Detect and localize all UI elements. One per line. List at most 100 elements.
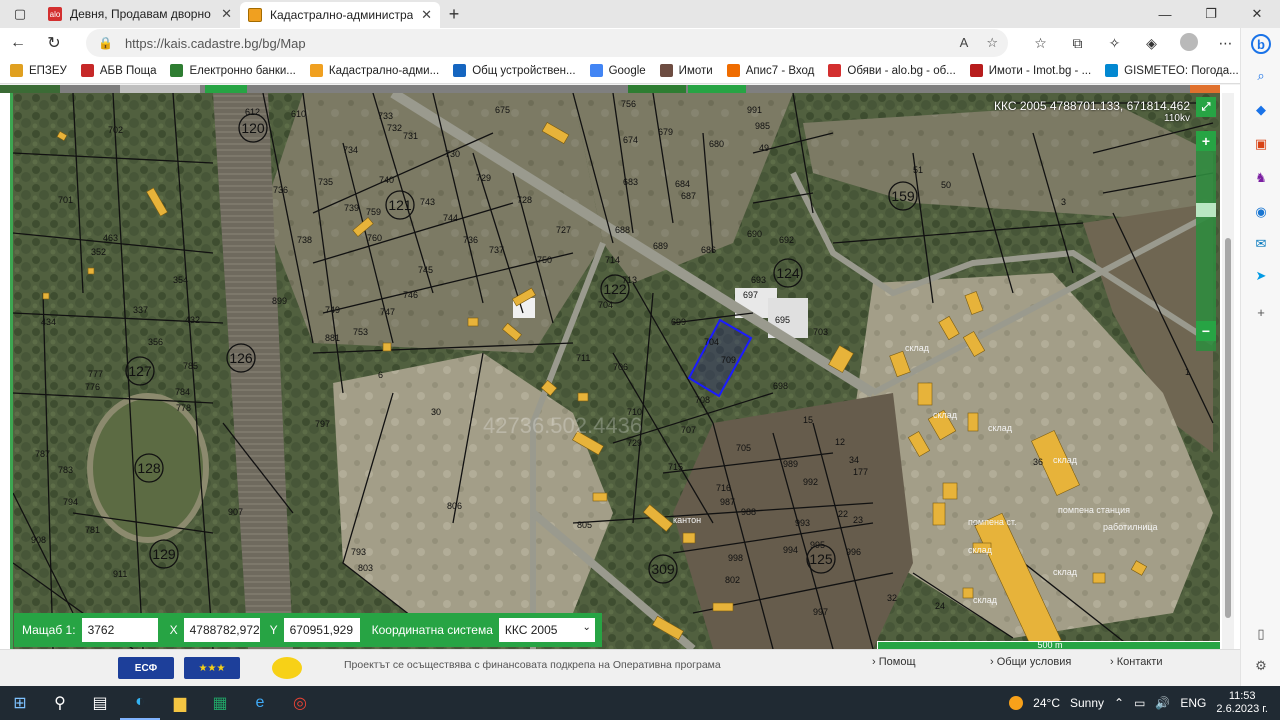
parcel-number[interactable]: 738 xyxy=(297,235,312,245)
parcel-number[interactable]: 354 xyxy=(173,275,188,285)
parcel-number[interactable]: 806 xyxy=(447,501,462,511)
clock[interactable]: 11:53 2.6.2023 г. xyxy=(1216,690,1268,716)
weather-temp[interactable]: 24°C xyxy=(1033,696,1060,710)
network-icon[interactable]: ▭ xyxy=(1134,696,1145,710)
parcel-number[interactable]: 778 xyxy=(176,403,191,413)
parcel-number[interactable]: 12 xyxy=(835,437,845,447)
zoom-out-button[interactable]: − xyxy=(1196,321,1216,341)
parcel-number[interactable]: 50 xyxy=(941,180,951,190)
district-number[interactable]: 125 xyxy=(809,551,833,567)
footer-link-help[interactable]: › Помощ xyxy=(872,656,916,668)
parcel-number[interactable]: 706 xyxy=(613,362,628,372)
scrollbar-thumb[interactable] xyxy=(1225,238,1231,618)
search-icon[interactable]: ⌕ xyxy=(1251,66,1271,86)
parcel-number[interactable]: 684 xyxy=(675,179,690,189)
parcel-number[interactable]: 745 xyxy=(418,265,433,275)
parcel-number[interactable]: 715 xyxy=(668,462,683,472)
more-menu-icon[interactable]: ⋯ xyxy=(1207,35,1244,52)
parcel-number[interactable]: 805 xyxy=(577,520,592,530)
bookmark-item[interactable]: Google xyxy=(589,64,646,77)
parcel-number[interactable]: 743 xyxy=(420,197,435,207)
parcel-number[interactable]: 734 xyxy=(343,145,358,155)
bookmark-item[interactable]: Електронно банки... xyxy=(170,64,296,77)
parcel-number[interactable]: 787 xyxy=(35,449,50,459)
extensions-icon[interactable]: ✧ xyxy=(1096,35,1133,52)
parcel-number[interactable]: 783 xyxy=(58,465,73,475)
bing-icon[interactable]: b xyxy=(1251,34,1271,54)
parcel-number[interactable]: 686 xyxy=(701,245,716,255)
parcel-number[interactable]: 707 xyxy=(681,425,696,435)
close-tab-icon[interactable]: ✕ xyxy=(221,6,232,22)
bookmark-item[interactable]: Общ устройствен... xyxy=(453,64,576,77)
district-number[interactable]: 127 xyxy=(128,363,152,379)
parcel-number[interactable]: 733 xyxy=(378,111,393,121)
parcel-number[interactable]: 993 xyxy=(795,518,810,528)
windows-start-icon[interactable]: ⊞ xyxy=(0,686,40,720)
parcel-number[interactable]: 432 xyxy=(185,315,200,325)
tray-chevron-icon[interactable]: ⌃ xyxy=(1114,696,1124,710)
parcel-number[interactable]: 49 xyxy=(759,143,769,153)
district-number[interactable]: 128 xyxy=(137,460,161,476)
map-canvas[interactable]: 6 12 610 733 732731 730 729 728 727 734 740 739 759 7… xyxy=(13,93,1220,649)
parcel-number[interactable]: 727 xyxy=(556,225,571,235)
collections-icon[interactable]: ⧉ xyxy=(1059,35,1096,52)
settings-gear-icon[interactable]: ⚙ xyxy=(1251,656,1271,676)
parcel-number[interactable]: 675 xyxy=(495,105,510,115)
parcel-number[interactable]: 793 xyxy=(351,547,366,557)
back-icon[interactable]: ← xyxy=(0,28,36,58)
parcel-number[interactable]: 337 xyxy=(133,305,148,315)
bookmark-item[interactable]: Кадастрално-адми... xyxy=(309,64,439,77)
district-number[interactable]: 309 xyxy=(651,561,675,577)
parcel-number[interactable]: 985 xyxy=(755,121,770,131)
parcel-number[interactable]: 674 xyxy=(623,135,638,145)
parcel-number[interactable]: 679 xyxy=(658,127,673,137)
parcel-number[interactable]: 992 xyxy=(803,477,818,487)
district-number[interactable]: 124 xyxy=(776,265,800,281)
parcel-number[interactable]: 987 xyxy=(720,497,735,507)
parcel-number[interactable]: 1 xyxy=(1185,367,1190,377)
parcel-number[interactable]: 911 xyxy=(113,569,127,579)
parcel-number[interactable]: 784 xyxy=(175,387,190,397)
add-favorite-icon[interactable]: ☆ xyxy=(986,35,998,51)
parcel-number[interactable]: 711 xyxy=(576,353,590,363)
parcel-number[interactable]: 36 xyxy=(1033,457,1043,467)
footer-link-terms[interactable]: › Общи условия xyxy=(990,656,1071,668)
parcel-number[interactable]: 683 xyxy=(623,177,638,187)
url-field[interactable]: 🔒 https://kais.cadastre.bg/bg/Map A ☆ xyxy=(86,29,1008,57)
bookmark-item[interactable]: Обяви - alo.bg - об... xyxy=(828,64,956,77)
parcel-number[interactable]: 729 xyxy=(627,438,642,448)
parcel-number[interactable]: 998 xyxy=(728,553,743,563)
new-tab-button[interactable]: + xyxy=(440,4,468,25)
language-indicator[interactable]: ENG xyxy=(1180,696,1206,710)
parcel-number[interactable]: 702 xyxy=(108,125,123,135)
bookmark-item[interactable]: Имоти - Imot.bg - ... xyxy=(969,64,1091,77)
parcel-number[interactable]: 463 xyxy=(103,233,118,243)
excel-icon[interactable]: ▦ xyxy=(200,686,240,720)
cadastral-map[interactable]: 6 12 610 733 732 731 730 729 728 727 734 740 739 759 7… xyxy=(10,93,1220,649)
parcel-number[interactable]: 698 xyxy=(773,381,788,391)
y-coordinate-field[interactable]: 670951,929 xyxy=(283,618,360,642)
bookmark-item[interactable]: Апис7 - Вход xyxy=(726,64,814,77)
send-icon[interactable]: ➤ xyxy=(1251,266,1271,286)
parcel-number[interactable]: 797 xyxy=(315,419,330,429)
parcel-number[interactable]: 997 xyxy=(813,607,828,617)
close-window-icon[interactable]: ✕ xyxy=(1234,0,1280,28)
add-icon[interactable]: + xyxy=(1251,302,1271,322)
tools-icon[interactable]: ▣ xyxy=(1251,134,1271,154)
parcel-number[interactable]: 740 xyxy=(379,175,394,185)
parcel-number[interactable]: 996 xyxy=(846,547,861,557)
footer-link-contacts[interactable]: › Контакти xyxy=(1110,656,1163,668)
browser-essentials-icon[interactable]: ◈ xyxy=(1133,35,1170,52)
parcel-number[interactable]: 714 xyxy=(605,255,620,265)
parcel-number[interactable]: 704 xyxy=(704,337,719,347)
district-number[interactable]: 129 xyxy=(152,546,176,562)
coordinate-system-select[interactable]: ККС 2005 ⌄ xyxy=(498,618,595,642)
parcel-number[interactable]: 776 xyxy=(85,382,100,392)
parcel-number[interactable]: 687 xyxy=(681,191,696,201)
parcel-number[interactable]: 736 xyxy=(463,235,478,245)
parcel-number[interactable]: 753 xyxy=(353,327,368,337)
parcel-number[interactable]: 15 xyxy=(803,415,813,425)
parcel-number[interactable]: 716 xyxy=(716,483,731,493)
zoom-slider-track[interactable] xyxy=(1196,141,1216,351)
parcel-number[interactable]: 899 xyxy=(272,296,287,306)
